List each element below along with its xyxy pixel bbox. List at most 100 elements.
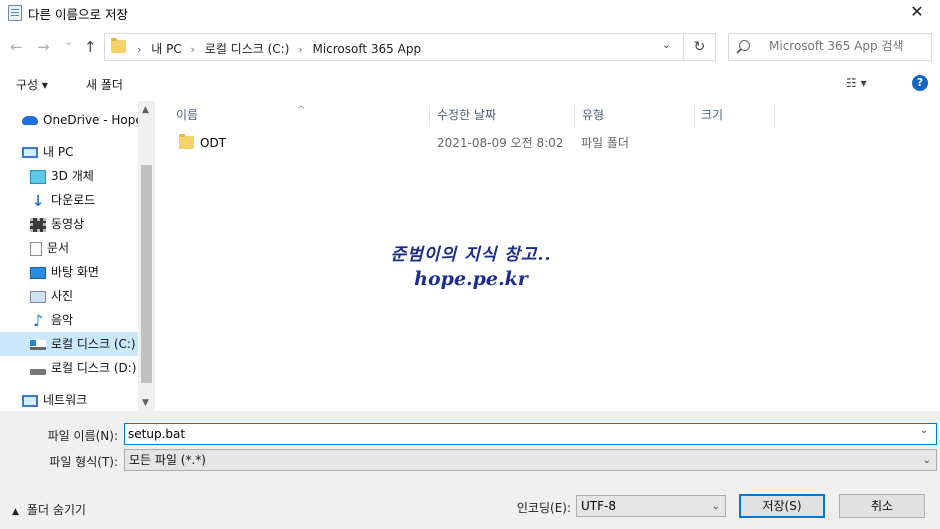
- breadcrumb-item-pc[interactable]: 내 PC: [151, 42, 181, 56]
- film-icon: [30, 217, 46, 232]
- command-bar: 구성 ▾ 새 폴더 ☷ ▾ ?: [0, 68, 940, 100]
- column-header-modified[interactable]: 수정한 날짜: [430, 105, 575, 127]
- nav-item-videos[interactable]: 동영상: [0, 212, 138, 236]
- breadcrumb-item-current[interactable]: Microsoft 365 App: [312, 42, 421, 56]
- table-row[interactable]: ODT 2021-08-09 오전 8:02 파일 폴더: [160, 131, 640, 155]
- nav-item-3d-objects[interactable]: 3D 개체: [0, 164, 138, 188]
- nav-item-onedrive[interactable]: OneDrive - Hope: [0, 108, 143, 132]
- nav-item-label: 내 PC: [43, 145, 74, 159]
- search-icon: [739, 40, 750, 51]
- breadcrumb[interactable]: › 내 PC › 로컬 디스크 (C:) › Microsoft 365 App…: [104, 33, 684, 61]
- watermark-line1: 준범이의 지식 창고..: [390, 245, 552, 265]
- cloud-icon: [22, 116, 38, 125]
- drive-icon: [30, 368, 46, 375]
- nav-item-label: 문서: [47, 241, 70, 255]
- chevron-down-icon[interactable]: ⌄: [920, 425, 928, 436]
- computer-icon: [22, 147, 38, 158]
- picture-icon: [30, 290, 46, 303]
- cancel-button[interactable]: 취소: [839, 494, 925, 518]
- column-header-name[interactable]: ^ 이름: [160, 105, 430, 127]
- back-button[interactable]: ←: [10, 38, 23, 56]
- nav-item-music[interactable]: ♪ 음악: [0, 308, 138, 332]
- save-options-panel: 파일 이름(N): ⌄ 파일 형식(T): 모든 파일 (*.*) ⌄ ▲ 폴더 …: [0, 411, 940, 529]
- nav-item-desktop[interactable]: 바탕 화면: [0, 260, 138, 284]
- breadcrumb-path: › 내 PC › 로컬 디스크 (C:) › Microsoft 365 App: [132, 40, 421, 57]
- nav-item-downloads[interactable]: ↓ 다운로드: [0, 188, 138, 212]
- chevron-right-icon: ›: [298, 43, 303, 56]
- search-box[interactable]: [728, 33, 932, 61]
- nav-item-drive-c[interactable]: 로컬 디스크 (C:): [0, 332, 138, 356]
- nav-item-label: 다운로드: [51, 193, 96, 207]
- filename-label: 파일 이름(N):: [47, 429, 118, 443]
- hide-folders-label: 폴더 숨기기: [26, 503, 86, 517]
- chevron-down-icon: ⌄: [922, 455, 931, 466]
- nav-item-label: 동영상: [51, 217, 85, 231]
- forward-button[interactable]: →: [37, 38, 50, 56]
- breadcrumb-item-drive-c[interactable]: 로컬 디스크 (C:): [205, 42, 290, 56]
- nav-item-documents[interactable]: 문서: [0, 236, 138, 260]
- column-header-type[interactable]: 유형: [575, 105, 695, 127]
- address-bar: ← → ⌄ ↑ › 내 PC › 로컬 디스크 (C:) › Microsoft…: [0, 30, 940, 64]
- up-button[interactable]: ↑: [84, 38, 97, 56]
- nav-item-label: 바탕 화면: [51, 265, 99, 279]
- chevron-down-icon: ⌄: [711, 501, 720, 512]
- window-title: 다른 이름으로 저장: [28, 7, 128, 22]
- nav-scrollbar[interactable]: ▲ ▼: [138, 101, 155, 411]
- recent-locations-button[interactable]: ⌄: [64, 35, 73, 48]
- help-icon[interactable]: ?: [912, 75, 928, 91]
- close-button[interactable]: ✕: [894, 0, 940, 26]
- column-header-label: 수정한 날짜: [437, 108, 497, 122]
- file-modified-cell: 2021-08-09 오전 8:02: [437, 136, 564, 150]
- chevron-up-icon: ▲: [12, 507, 19, 517]
- music-note-icon: ♪: [32, 310, 44, 330]
- nav-item-this-pc[interactable]: 내 PC: [0, 140, 138, 164]
- new-folder-button[interactable]: 새 폴더: [86, 76, 123, 93]
- network-icon: [22, 394, 38, 407]
- encoding-select[interactable]: UTF-8 ⌄: [576, 495, 726, 517]
- download-arrow-icon: ↓: [31, 191, 45, 210]
- filetype-value: 모든 파일 (*.*): [129, 453, 206, 467]
- save-button[interactable]: 저장(S): [739, 494, 825, 518]
- filename-input[interactable]: [124, 423, 937, 445]
- folder-icon: [111, 38, 126, 53]
- search-input[interactable]: [769, 39, 929, 53]
- encoding-label: 인코딩(E):: [516, 501, 571, 515]
- column-header-size[interactable]: 크기: [695, 105, 775, 127]
- title-bar: 다른 이름으로 저장 ✕: [0, 0, 940, 26]
- column-header-label: 이름: [176, 108, 199, 122]
- watermark: 준범이의 지식 창고.. hope.pe.kr: [388, 240, 554, 290]
- organize-menu[interactable]: 구성 ▾: [16, 76, 48, 93]
- watermark-line2: hope.pe.kr: [414, 268, 528, 290]
- filetype-select[interactable]: 모든 파일 (*.*) ⌄: [124, 449, 937, 471]
- hide-folders-toggle[interactable]: ▲ 폴더 숨기기: [12, 501, 86, 518]
- nav-item-network[interactable]: 네트워크: [0, 388, 138, 411]
- nav-item-pictures[interactable]: 사진: [0, 284, 138, 308]
- scroll-up-arrow-icon[interactable]: ▲: [142, 105, 149, 115]
- notepad-icon: [8, 5, 22, 21]
- sort-up-icon: ^: [297, 105, 306, 116]
- navigation-pane: OneDrive - Hope 내 PC 3D 개체 ↓ 다운로드 동영상 문서 …: [0, 101, 154, 411]
- desktop-icon: [30, 266, 46, 279]
- file-type-cell: 파일 폴더: [581, 136, 629, 150]
- scroll-down-arrow-icon[interactable]: ▼: [142, 398, 149, 408]
- column-header-label: 유형: [582, 108, 605, 122]
- nav-item-label: OneDrive - Hope: [43, 113, 143, 127]
- nav-item-label: 로컬 디스크 (D:): [51, 361, 137, 375]
- nav-item-label: 로컬 디스크 (C:): [51, 337, 136, 351]
- cube-icon: [30, 169, 46, 184]
- document-icon: [30, 241, 42, 256]
- file-name: ODT: [200, 136, 227, 150]
- scroll-thumb[interactable]: [141, 165, 152, 383]
- nav-item-label: 네트워크: [43, 393, 88, 407]
- refresh-button[interactable]: ↻: [684, 33, 716, 61]
- nav-item-label: 3D 개체: [51, 169, 94, 183]
- filetype-label: 파일 형식(T):: [49, 455, 118, 469]
- view-options-button[interactable]: ☷ ▾: [846, 76, 867, 90]
- windows-drive-icon: [30, 339, 46, 350]
- chevron-down-icon[interactable]: ⌄: [662, 38, 671, 51]
- nav-item-drive-d[interactable]: 로컬 디스크 (D:): [0, 356, 138, 380]
- encoding-value: UTF-8: [581, 499, 616, 513]
- nav-item-label: 사진: [51, 289, 74, 303]
- nav-item-label: 음악: [51, 313, 74, 327]
- file-name-cell: ODT: [179, 131, 226, 155]
